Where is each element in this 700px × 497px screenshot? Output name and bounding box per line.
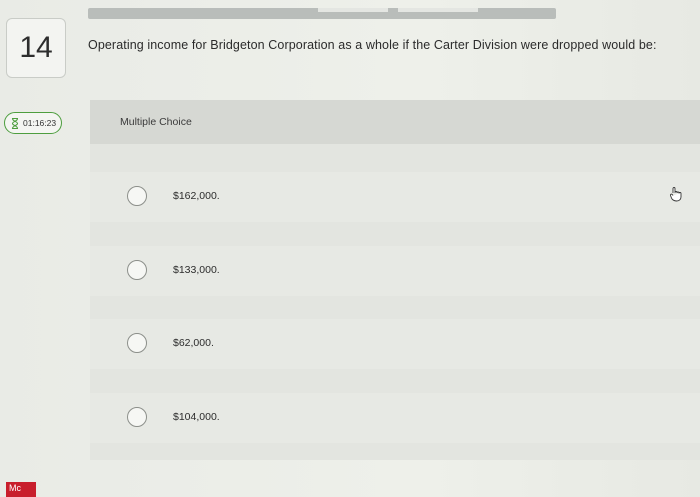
hourglass-icon xyxy=(11,117,19,129)
publisher-logo: Mc xyxy=(6,482,36,497)
answer-panel: Multiple Choice $162,000. $133,000. $62,… xyxy=(90,100,700,460)
answer-option[interactable]: $133,000. xyxy=(90,246,700,296)
option-label: $133,000. xyxy=(173,264,220,276)
radio-button[interactable] xyxy=(127,186,147,206)
question-number: 14 xyxy=(6,18,66,78)
answer-option[interactable]: $62,000. xyxy=(90,319,700,369)
option-label: $104,000. xyxy=(173,411,220,423)
radio-button[interactable] xyxy=(127,333,147,353)
radio-button[interactable] xyxy=(127,407,147,427)
progress-segment xyxy=(398,8,478,12)
answer-panel-header: Multiple Choice xyxy=(90,100,700,144)
progress-segment xyxy=(318,8,388,12)
timer-value: 01:16:23 xyxy=(23,118,57,128)
option-label: $62,000. xyxy=(173,337,214,349)
question-type-label: Multiple Choice xyxy=(120,116,192,128)
hand-cursor-icon xyxy=(670,187,682,202)
radio-button[interactable] xyxy=(127,260,147,280)
answer-option[interactable]: $104,000. xyxy=(90,393,700,443)
timer-badge[interactable]: 01:16:23 xyxy=(4,112,62,134)
answer-option[interactable]: $162,000. xyxy=(90,172,700,222)
question-text: Operating income for Bridgeton Corporati… xyxy=(88,38,657,52)
progress-bar xyxy=(88,8,556,19)
option-label: $162,000. xyxy=(173,190,220,202)
